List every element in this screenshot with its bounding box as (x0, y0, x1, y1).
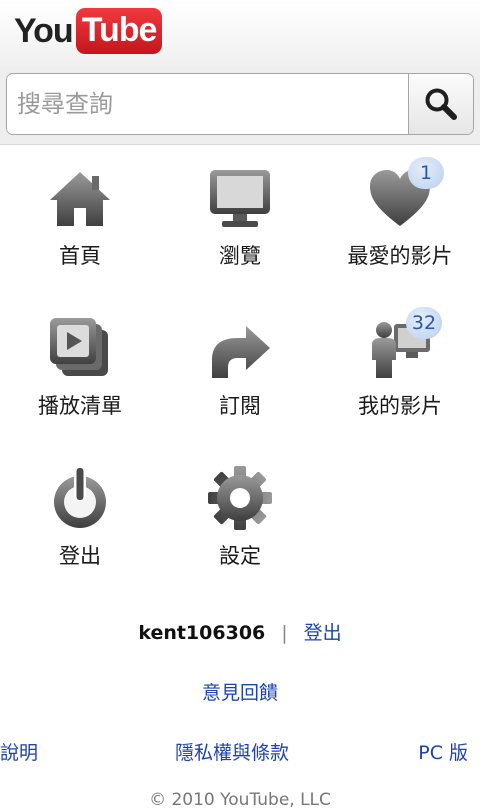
copyright-text: © 2010 YouTube, LLC (149, 790, 331, 810)
menu-label-my-videos: 我的影片 (358, 394, 442, 418)
playlist-icon (50, 318, 108, 376)
feedback-row: 意見回饋 (0, 678, 480, 705)
menu-label-logout: 登出 (59, 544, 101, 568)
account-separator: | (281, 622, 288, 644)
search-icon (425, 88, 457, 120)
menu-item-subscriptions[interactable]: 訂閱 (160, 310, 320, 450)
search-box (6, 73, 474, 135)
logo-tube-text: Tube (75, 8, 163, 54)
menu-item-favorites[interactable]: 1 最愛的影片 (320, 157, 480, 300)
account-line: kent106306 | 登出 (0, 618, 480, 645)
menu-label-subscriptions: 訂閱 (219, 394, 261, 418)
menu-label-playlists: 播放清單 (38, 394, 122, 418)
menu-item-logout[interactable]: 登出 (0, 460, 160, 600)
gear-icon (208, 466, 272, 530)
menu-item-browse[interactable]: 瀏覽 (160, 160, 320, 300)
username: kent106306 (138, 622, 266, 644)
privacy-terms-link[interactable]: 隱私權與條款 (175, 742, 289, 764)
my-videos-count-badge: 32 (406, 307, 442, 339)
power-icon (54, 468, 106, 528)
menu-label-browse: 瀏覽 (219, 244, 261, 268)
search-button[interactable] (408, 74, 473, 134)
menu-item-my-videos[interactable]: 32 我的影片 (320, 307, 480, 450)
feedback-link[interactable]: 意見回饋 (202, 682, 278, 704)
monitor-icon (210, 170, 270, 227)
menu-item-playlists[interactable]: 播放清單 (0, 310, 160, 450)
logo-you-text: You (14, 11, 74, 50)
top-header: You Tube (0, 0, 480, 67)
menu-item-settings[interactable]: 設定 (160, 460, 320, 600)
logout-link[interactable]: 登出 (304, 622, 342, 644)
footer-links: 隱私權與條款 說明 PC 版 (0, 738, 480, 768)
menu-label-favorites: 最愛的影片 (347, 244, 453, 268)
home-icon (50, 172, 110, 226)
youtube-logo[interactable]: You Tube (14, 8, 163, 54)
pc-version-link[interactable]: PC 版 (418, 738, 468, 765)
menu-label-home: 首頁 (59, 244, 101, 268)
menu-label-settings: 設定 (219, 544, 261, 568)
subscribe-arrow-icon (212, 326, 270, 378)
help-link[interactable]: 說明 (0, 738, 38, 765)
favorites-count-badge: 1 (408, 157, 444, 189)
menu-item-home[interactable]: 首頁 (0, 160, 160, 300)
search-input[interactable] (7, 74, 407, 134)
search-bar (0, 66, 480, 145)
